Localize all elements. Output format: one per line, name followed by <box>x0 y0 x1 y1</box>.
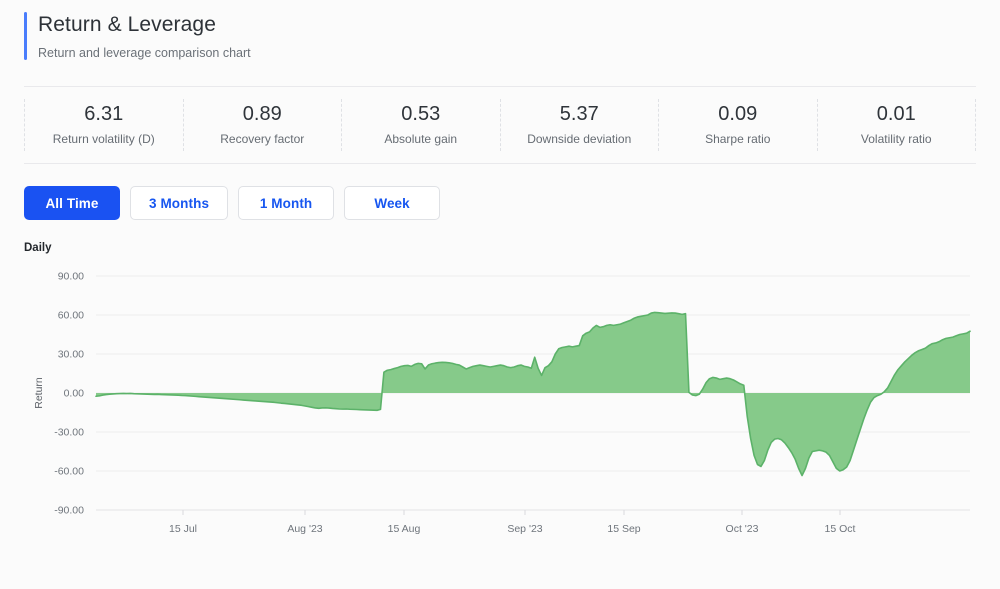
stat-value: 0.53 <box>401 103 441 125</box>
y-axis-tick-label: 60.00 <box>58 310 84 322</box>
stat-value: 0.01 <box>876 103 916 125</box>
x-axis-tick-label: Oct '23 <box>726 523 759 535</box>
stat-label: Return volatility (D) <box>52 132 155 146</box>
stat-label: Volatility ratio <box>860 132 932 146</box>
tab-3-months[interactable]: 3 Months <box>130 186 229 220</box>
page-subtitle: Return and leverage comparison chart <box>38 46 251 60</box>
stat-label: Sharpe ratio <box>705 132 771 146</box>
stats-bottom-divider <box>24 163 976 164</box>
x-axis-tick-label: 15 Oct <box>825 523 856 535</box>
stat-label: Downside deviation <box>527 132 632 146</box>
tab-week[interactable]: Week <box>344 186 441 220</box>
tab-all-time[interactable]: All Time <box>24 186 120 220</box>
stat-cell: 0.01 Volatility ratio <box>816 99 976 151</box>
stat-cell: 0.89 Recovery factor <box>182 99 342 151</box>
stat-value: 0.09 <box>718 103 758 125</box>
return-leverage-panel: Return & Leverage Return and leverage co… <box>0 0 1000 589</box>
stat-cell: 5.37 Downside deviation <box>499 99 659 151</box>
y-axis-tick-label: -60.00 <box>54 466 84 478</box>
stat-value: 5.37 <box>559 103 599 125</box>
x-axis-tick-label: 15 Sep <box>607 523 640 535</box>
series-label: Daily <box>24 242 52 254</box>
x-axis-tick-label: 15 Aug <box>388 523 421 535</box>
x-axis-tick-label: Aug '23 <box>287 523 322 535</box>
stat-value: 0.89 <box>242 103 282 125</box>
x-axis-tick-label: 15 Jul <box>169 523 197 535</box>
stat-cell: 0.53 Absolute gain <box>341 99 500 151</box>
stats-row: 6.31 Return volatility (D) 0.89 Recovery fa… <box>24 87 976 163</box>
x-axis-tick-label: Sep '23 <box>507 523 542 535</box>
return-chart[interactable]: 90.00 60.00 30.00 0.00 -30.00 -60.00 -90.00 15 … <box>0 260 1000 550</box>
y-axis-title: Return <box>33 377 45 409</box>
stat-label: Recovery factor <box>220 132 305 146</box>
return-area-chart[interactable]: 90.00 60.00 30.00 0.00 -30.00 -60.00 -90.00 15 … <box>0 260 1000 550</box>
panel-header: Return & Leverage Return and leverage co… <box>0 0 1000 64</box>
page-title: Return & Leverage <box>38 13 216 36</box>
tab-1-month[interactable]: 1 Month <box>238 186 335 220</box>
stats-strip: 6.31 Return volatility (D) 0.89 Recovery fa… <box>24 86 976 164</box>
stat-value: 6.31 <box>84 103 124 125</box>
y-axis-tick-label: 30.00 <box>58 349 84 361</box>
stat-cell: 6.31 Return volatility (D) <box>24 99 183 151</box>
stat-label: Absolute gain <box>384 132 458 146</box>
y-axis-tick-label: 90.00 <box>58 271 84 283</box>
y-axis-tick-label: 0.00 <box>64 388 85 400</box>
stat-cell: 0.09 Sharpe ratio <box>658 99 817 151</box>
y-axis-tick-label: -30.00 <box>54 427 84 439</box>
timeframe-tabs[interactable]: All Time 3 Months 1 Month Week <box>24 186 1000 220</box>
return-area-fill <box>96 312 970 476</box>
y-axis-tick-label: -90.00 <box>54 505 84 517</box>
accent-bar <box>24 12 27 60</box>
